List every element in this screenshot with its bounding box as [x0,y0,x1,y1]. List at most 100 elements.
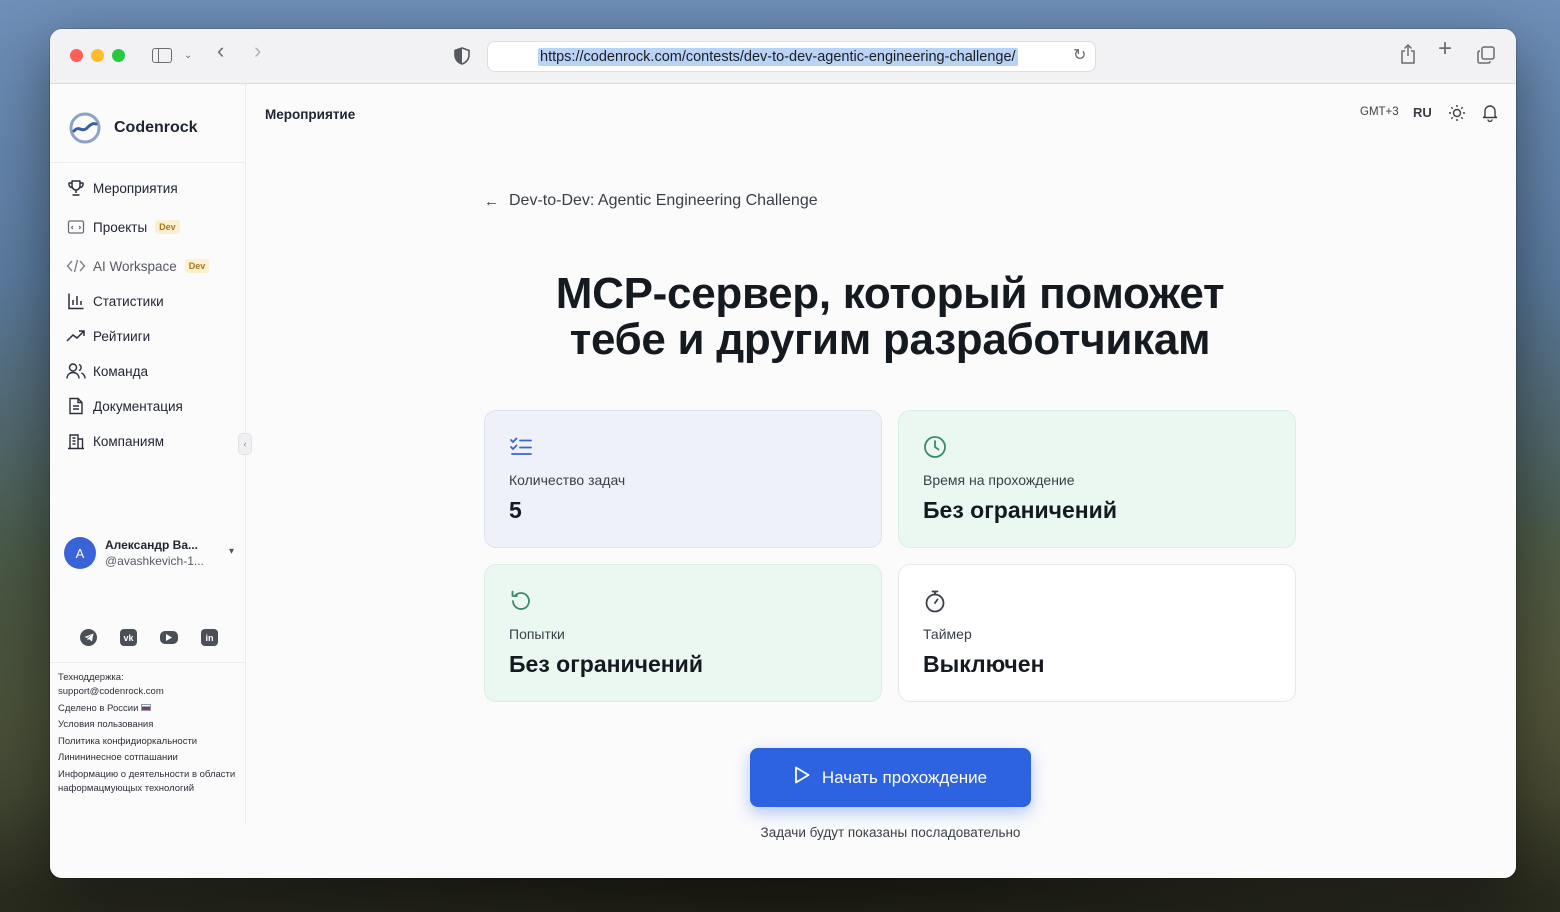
brand-logo[interactable]: Codenrock [68,111,198,145]
codenrock-logo-icon [69,112,101,144]
user-handle: @avashkevich-1... [105,554,204,568]
card-label: Попытки [509,626,565,642]
sidebar-item-label: Рейтииги [93,328,151,344]
russia-flag-icon [141,704,152,712]
forward-icon[interactable]: › [254,40,261,62]
license-agreement-link[interactable]: Линининесное сотпашании [58,751,243,765]
sidebar-item-companies[interactable]: Компаниям [66,430,164,452]
dev-badge: Dev [184,259,210,273]
new-tab-icon[interactable]: + [1438,37,1452,61]
dev-badge: Dev [155,220,180,234]
linkedin-icon[interactable]: in [201,629,218,646]
retry-icon [509,589,533,613]
privacy-policy-link[interactable]: Политика конфидиоркальности [58,735,243,749]
trend-icon [66,326,86,346]
user-menu[interactable]: A Александр Ва... @avashkevich-1... ▾ [64,534,234,572]
support-email-link[interactable]: support@codenrock.com [58,686,164,697]
sidebar: Codenrock Мероприятия Проекты Dev AI Wor… [50,84,252,824]
telegram-icon[interactable] [80,629,97,646]
users-icon [66,361,86,381]
it-activity-info-link[interactable]: Информацию о деятельности в области нафо… [58,768,243,796]
avatar: A [64,537,96,569]
divider [50,662,246,663]
card-label: Количество задач [509,472,626,488]
breadcrumb[interactable]: ← Dev-to-Dev: Agentic Engineering Challe… [484,192,818,210]
trophy-icon [66,178,86,198]
sidebar-item-documentation[interactable]: Документация [66,395,183,417]
sidebar-item-label: Документация [93,398,183,414]
card-value: Выключен [923,651,1045,677]
folder-icon [66,217,86,237]
terms-link[interactable]: Условия пользования [58,718,243,732]
card-value: Без ограничений [509,651,703,677]
sidebar-item-statistics[interactable]: Статистики [66,290,164,312]
sidebar-item-label: Проекты [93,219,148,235]
social-links: vk in [80,629,218,646]
sidebar-item-label: Мероприятия [93,180,178,196]
minimize-window-button[interactable] [91,49,104,62]
sidebar-toggle-icon[interactable] [152,48,172,63]
sidebar-item-ratings[interactable]: Рейтииги [66,325,150,347]
attempts-card: Попытки Без ограничений [484,564,882,702]
reload-icon[interactable]: ↻ [1073,48,1086,64]
sidebar-item-events[interactable]: Мероприятия [66,177,178,199]
bell-icon[interactable] [1481,103,1499,125]
zoom-window-button[interactable] [112,49,125,62]
timezone-selector[interactable]: GMT+3 [1360,106,1399,118]
stopwatch-icon [923,589,947,613]
code-icon [66,256,86,276]
bar-chart-icon [66,291,86,311]
breadcrumb-contest-link[interactable]: Dev-to-Dev: Agentic Engineering Challeng… [509,192,818,210]
share-icon[interactable] [1400,43,1416,64]
browser-toolbar: ⌄ ‹ › https://codenrock.com/contests/dev… [50,29,1516,84]
vk-icon[interactable]: vk [120,629,137,646]
support-label: Техноддержка: [58,672,124,683]
card-value: 5 [509,497,522,523]
address-bar[interactable]: https://codenrock.com/contests/dev-to-de… [487,41,1096,72]
document-icon [66,396,86,416]
building-icon [66,431,86,451]
close-window-button[interactable] [70,49,83,62]
sidebar-item-projects[interactable]: Проекты Dev [66,216,180,238]
clock-icon [923,435,947,459]
page-title-line: МСР-сервер, который поможет [555,269,1225,318]
sidebar-item-team[interactable]: Команда [66,360,148,382]
url-text[interactable]: https://codenrock.com/contests/dev-to-de… [538,48,1018,66]
sidebar-item-label: Компаниям [93,433,165,449]
sidebar-item-label: Команда [93,363,149,379]
card-label: Таймер [923,626,972,642]
checklist-icon [509,435,533,459]
browser-window: ⌄ ‹ › https://codenrock.com/contests/dev… [50,29,1516,878]
sidebar-footer: Техноддержка: support@codenrock.com Сдел… [58,671,243,798]
privacy-shield-icon[interactable] [454,47,470,65]
page-title: МСР-сервер, который поможет тебе и други… [484,271,1296,363]
page-title-line: тебе и другим разработчикам [569,315,1211,364]
start-button-label: Начать прохождение [821,767,988,787]
user-name: Александр Ва... [105,538,199,552]
brand-name: Codenrock [114,119,198,136]
chevron-down-icon[interactable]: ⌄ [184,48,192,64]
made-in-russia-text: Сделено в России [58,702,139,714]
sidebar-item-label: AI Workspace [93,258,177,274]
sidebar-item-ai-workspace[interactable]: AI Workspace Dev [66,255,210,277]
language-selector[interactable]: RU [1413,105,1432,120]
card-label: Время на прохождение [923,472,1075,488]
divider [50,162,246,163]
page-header-title: Мероприятие [265,107,356,122]
time-limit-card: Время на прохождение Без ограничений [898,410,1296,548]
youtube-icon[interactable] [160,631,178,644]
start-button[interactable]: Начать прохождение [750,748,1031,807]
chevron-down-icon[interactable]: ▾ [229,546,234,557]
card-value: Без ограничений [923,497,1117,523]
sidebar-item-label: Статистики [93,293,164,309]
timer-card: Таймер Выключен [898,564,1296,702]
tab-overview-icon[interactable] [1477,46,1495,64]
task-count-card: Количество задач 5 [484,410,882,548]
page-content: Codenrock Мероприятия Проекты Dev AI Wor… [50,84,1516,878]
hint-text: Задачи будут показаны посладовательно [760,825,1021,840]
play-icon [794,766,810,789]
sun-icon[interactable] [1448,104,1466,125]
arrow-left-icon[interactable]: ← [484,193,499,210]
back-icon[interactable]: ‹ [217,40,224,62]
collapse-sidebar-button[interactable]: ‹ [238,433,252,455]
